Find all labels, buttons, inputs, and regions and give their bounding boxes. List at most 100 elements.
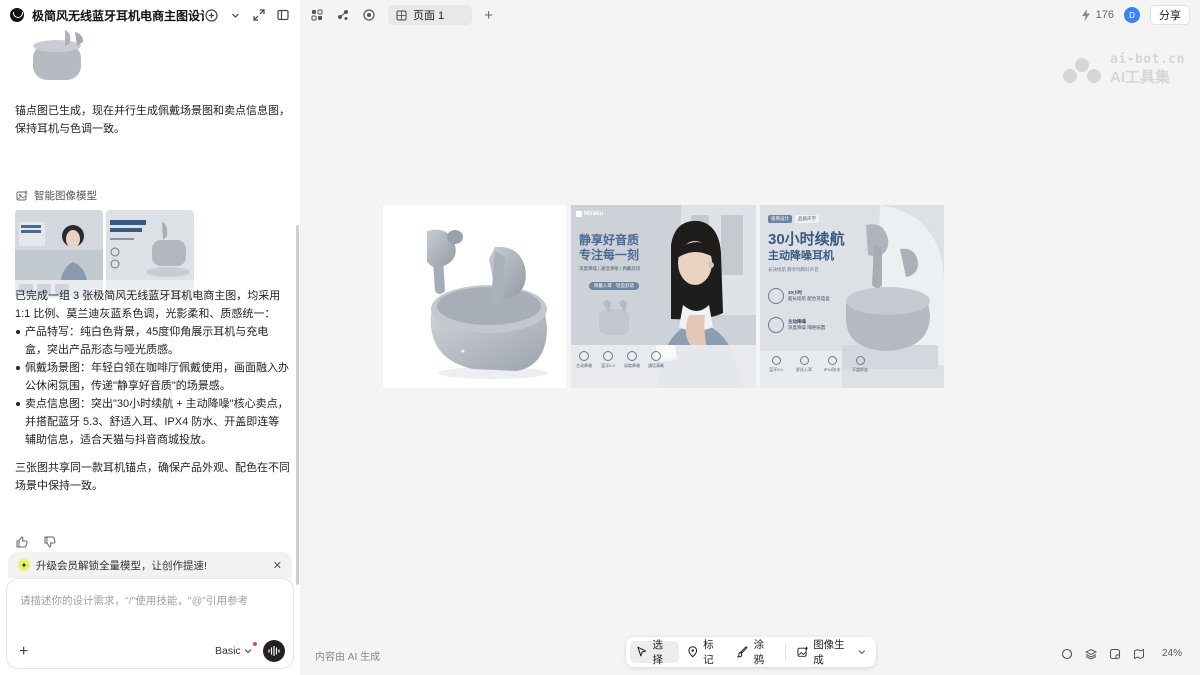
card2-title-line1: 静享好音质: [579, 233, 640, 247]
waveform-icon: [268, 646, 280, 656]
feature-item: 蓝牙5.3: [766, 356, 786, 373]
share-button[interactable]: 分享: [1150, 5, 1190, 25]
battery-icon: [768, 288, 784, 304]
list-item: 卖点信息图：突出"30小时续航 + 主动降噪"核心卖点，并搭配蓝牙 5.3、舒适…: [15, 395, 290, 449]
watermark-domain: ai-bot.cn: [1110, 52, 1185, 67]
minimap-icon[interactable]: [1132, 647, 1146, 661]
notification-dot: [253, 642, 257, 646]
prompt-input[interactable]: 请描述你的设计需求，"/"使用技能，"@"引用参考 + Basic: [6, 578, 294, 669]
card2-title-line2: 专注每一刻: [579, 248, 640, 262]
design-canvas[interactable]: ai-bot.cn AI工具集 Mireku 静享好音质 专注每一刻 深度降噪 …: [300, 30, 1200, 675]
card2-headline: 静享好音质 专注每一刻: [579, 233, 639, 263]
previous-image-thumbnail[interactable]: [15, 30, 101, 85]
sticker-icon[interactable]: [1108, 647, 1122, 661]
tab-page-1[interactable]: 页面 1: [388, 5, 473, 25]
toolbar-divider: [784, 644, 786, 660]
thumbs-down-icon[interactable]: [43, 535, 57, 549]
feature-item: IPX4防水: [822, 356, 842, 373]
brand-logo: Mireku: [576, 211, 603, 217]
list-item: 佩戴场景图：年轻白领在咖啡厅佩戴使用，画面融入办公休闲氛围，传递"静享好音质"的…: [15, 359, 290, 395]
header-actions: 176 D 分享: [1079, 0, 1190, 30]
prompt-placeholder: 请描述你的设计需求，"/"使用技能，"@"引用参考: [20, 595, 248, 607]
generated-thumbnails: [15, 210, 194, 298]
voice-input-button[interactable]: [263, 640, 285, 662]
assistant-message-2: 已完成一组 3 张极简风无线蓝牙耳机电商主图，均采用 1:1 比例、莫兰迪灰蓝系…: [15, 287, 290, 449]
ai-generated-note: 内容由 AI 生成: [315, 652, 381, 663]
view-tools: [1060, 647, 1146, 661]
lightning-icon: [1079, 8, 1093, 22]
model-label: 智能图像模型: [15, 188, 97, 203]
card2-tags: 深度降噪 | 通话清晰 | 佩戴舒适: [579, 266, 641, 271]
canvas-tabs: 页面 1 +: [300, 0, 493, 30]
layers-icon[interactable]: [1084, 647, 1098, 661]
feedback-actions: [15, 535, 57, 549]
sparkle-icon: ✦: [18, 559, 30, 571]
circle-shape-icon[interactable]: [1060, 647, 1074, 661]
cursor-icon: [637, 646, 647, 657]
feature-item: 通话清晰: [647, 351, 665, 369]
spec-battery: 30小时 超长续航 配合充电盒: [768, 288, 830, 304]
thumbnail-selling-points[interactable]: [106, 210, 194, 298]
chat-scrollbar[interactable]: [296, 225, 299, 585]
credits-counter[interactable]: 176: [1079, 8, 1114, 22]
zoom-level[interactable]: 24%: [1162, 648, 1182, 659]
watermark-logo-icon: [1063, 58, 1101, 83]
project-title[interactable]: 极简风无线蓝牙耳机电商主图设计: [32, 7, 204, 24]
image-card-wearing-scene[interactable]: Mireku 静享好音质 专注每一刻 深度降噪 | 通话清晰 | 佩戴舒适 佩戴…: [571, 205, 756, 388]
image-generate-label: 图像生成: [813, 639, 845, 666]
thumbs-up-icon[interactable]: [15, 535, 29, 549]
chevron-down-icon: [244, 649, 252, 654]
image-model-icon: [15, 189, 29, 203]
mark-tool-label: 标记: [703, 639, 714, 666]
page-icon: [394, 8, 408, 22]
close-icon[interactable]: ✕: [273, 559, 282, 572]
card3-badges: 极简设计 品质声学: [768, 215, 819, 223]
noise-cancel-icon: [768, 317, 784, 333]
assistant-message-1: 锚点图已生成，现在并行生成佩戴场景图和卖点信息图，保持耳机与色调一致。: [15, 105, 290, 135]
select-tool-label: 选择: [652, 639, 663, 666]
card3-badge-left: 极简设计: [768, 215, 792, 223]
paint-tool[interactable]: 涂鸦: [731, 639, 780, 666]
card2-feature-row: 主动降噪 蓝牙5.3 深度降噪 通话清晰: [575, 351, 665, 369]
select-tool[interactable]: 选择: [630, 639, 679, 666]
card3-headline: 30小时续航 主动降噪耳机: [768, 231, 845, 263]
image-generate-tool[interactable]: 图像生成: [791, 639, 872, 666]
mode-label: Basic: [215, 645, 241, 657]
top-bar: 极简风无线蓝牙耳机电商主图设计 页面 1 + 176 D 分享: [0, 0, 1200, 30]
nodes-icon[interactable]: [336, 8, 350, 22]
summary-list: 产品特写：纯白色背景，45度仰角展示耳机与充电盒，突出产品形态与哑光质感。 佩戴…: [15, 323, 290, 449]
add-circle-icon[interactable]: [204, 8, 218, 22]
palette-icon[interactable]: [362, 8, 376, 22]
feature-item: 主动降噪: [575, 351, 593, 369]
card3-title-line2: 主动降噪耳机: [768, 250, 834, 262]
feature-item: 深度降噪: [623, 351, 641, 369]
add-attachment-button[interactable]: +: [19, 643, 28, 661]
image-generate-icon: [797, 646, 808, 657]
tab-label: 页面 1: [413, 10, 445, 22]
app-logo-icon[interactable]: [10, 8, 24, 22]
image-card-selling-points[interactable]: 极简设计 品质声学 30小时续航 主动降噪耳机 长效续航 静享纯粹好声音 30小…: [760, 205, 944, 388]
watermark: ai-bot.cn AI工具集: [1060, 52, 1190, 92]
pin-icon: [687, 646, 697, 658]
chevron-down-icon[interactable]: [228, 8, 242, 22]
feature-item: 蓝牙5.3: [599, 351, 617, 369]
list-item: 产品特写：纯白色背景，45度仰角展示耳机与充电盒，突出产品形态与哑光质感。: [15, 323, 290, 359]
thumbnail-wearing-scene[interactable]: [15, 210, 103, 298]
card3-title-line1: 30小时续航: [768, 231, 845, 248]
product-earbuds-image: [383, 205, 566, 388]
model-label-text: 智能图像模型: [34, 190, 97, 202]
expand-icon[interactable]: [252, 8, 266, 22]
brush-icon: [737, 646, 748, 658]
feature-item: 舒适入耳: [794, 356, 814, 373]
mode-selector[interactable]: Basic: [215, 645, 252, 657]
project-header: 极简风无线蓝牙耳机电商主图设计: [0, 0, 300, 30]
sidebar-toggle-icon[interactable]: [276, 8, 290, 22]
paint-tool-label: 涂鸦: [753, 639, 765, 666]
watermark-name: AI工具集: [1110, 69, 1171, 86]
add-page-button[interactable]: +: [484, 8, 493, 23]
avatar[interactable]: D: [1124, 7, 1140, 23]
layers-panel-icon[interactable]: [310, 8, 324, 22]
upgrade-banner[interactable]: ✦ 升级会员解锁全量模型，让创作提速! ✕: [8, 552, 292, 578]
image-card-product-closeup[interactable]: [383, 205, 566, 388]
mark-tool[interactable]: 标记: [681, 639, 730, 666]
